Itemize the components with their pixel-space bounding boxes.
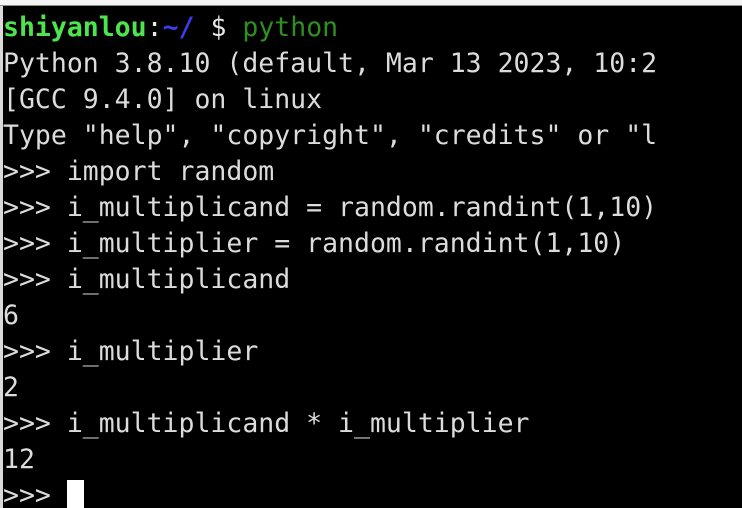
terminal-line-active-prompt[interactable]: >>> — [3, 478, 742, 508]
terminal-line-shell-prompt: shiyanlou:~/ $ python — [3, 10, 742, 46]
text-cursor[interactable] — [66, 480, 84, 508]
terminal-line-eval-multiplier: >>> i_multiplier — [3, 336, 259, 367]
terminal-line-result-multiplicand: 6 — [3, 300, 19, 331]
prompt-path: ~/ — [162, 12, 195, 43]
terminal-line-result-multiplier: 2 — [3, 372, 19, 403]
terminal-window[interactable]: shiyanlou:~/ $ python Python 3.8.10 (def… — [0, 6, 742, 508]
terminal-line-help-hint: Type "help", "copyright", "credits" or "… — [3, 120, 658, 151]
prompt-dollar-sign: $ — [210, 12, 227, 43]
python-repl-prompt: >>> — [3, 480, 67, 508]
terminal-line-eval-multiplicand: >>> i_multiplicand — [3, 264, 291, 295]
prompt-colon: : — [146, 12, 163, 43]
terminal-screenshot: shiyanlou:~/ $ python Python 3.8.10 (def… — [0, 0, 742, 508]
terminal-line-assign-multiplicand: >>> i_multiplicand = random.randint(1,10… — [3, 192, 658, 223]
terminal-line-result-product: 12 — [3, 444, 35, 475]
terminal-line-import-random: >>> import random — [3, 156, 275, 187]
terminal-line-gcc-info: [GCC 9.4.0] on linux — [3, 84, 323, 115]
terminal-text-area[interactable]: shiyanlou:~/ $ python Python 3.8.10 (def… — [3, 10, 742, 508]
prompt-username: shiyanlou — [3, 12, 147, 43]
shell-command-python: python — [226, 12, 339, 43]
terminal-line-eval-product: >>> i_multiplicand * i_multiplier — [3, 408, 530, 439]
terminal-line-assign-multiplier: >>> i_multiplier = random.randint(1,10) — [3, 228, 626, 259]
terminal-line-python-version: Python 3.8.10 (default, Mar 13 2023, 10:… — [3, 48, 658, 79]
